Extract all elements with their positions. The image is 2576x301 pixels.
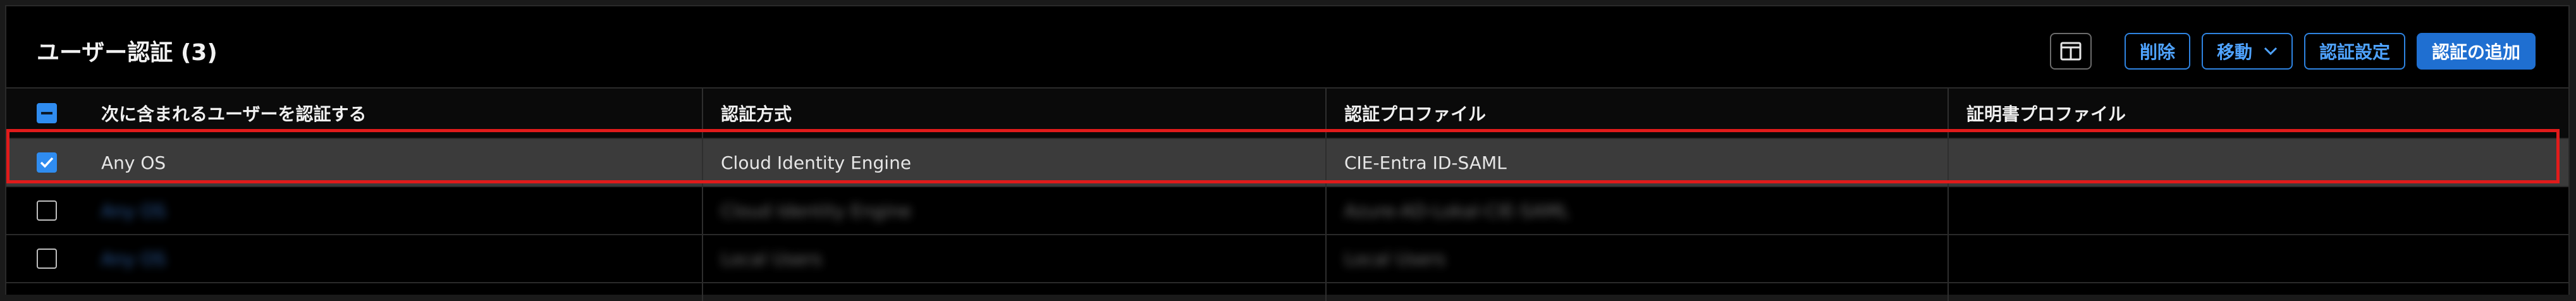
cell-profile-text: Azure-AD-Lokal-CIE-SAML bbox=[1344, 200, 1569, 221]
cell-users-link[interactable]: Any OS bbox=[101, 249, 166, 269]
panel-title: ユーザー認証 (3) bbox=[37, 40, 218, 66]
cell-method: Cloud Identity Engine bbox=[721, 152, 912, 173]
move-button[interactable]: 移動 bbox=[2201, 33, 2293, 70]
row-select-cell bbox=[6, 235, 87, 282]
column-divider bbox=[702, 139, 703, 186]
cell-cert-profile bbox=[1949, 139, 2571, 186]
minus-icon bbox=[41, 112, 52, 114]
column-divider bbox=[1947, 187, 1949, 234]
column-divider bbox=[1325, 235, 1327, 282]
cell-method-text: Cloud Identity Engine bbox=[721, 200, 912, 221]
table-row[interactable]: Any OS Cloud Identity Engine CIE-Entra I… bbox=[6, 138, 2568, 186]
columns-toggle-button[interactable] bbox=[2049, 33, 2092, 70]
auth-table: 次に含まれるユーザーを認証する 認証方式 認証プロファイル 証明書プロファイル … bbox=[6, 87, 2568, 301]
column-header-users[interactable]: 次に含まれるユーザーを認証する bbox=[87, 89, 703, 138]
column-divider bbox=[1325, 139, 1327, 186]
cell-profile-text: Local Users bbox=[1344, 248, 1445, 269]
cell-users: Any OS bbox=[101, 152, 166, 173]
column-divider bbox=[702, 187, 703, 234]
column-divider bbox=[1947, 283, 1949, 301]
row-checkbox[interactable] bbox=[37, 249, 57, 269]
cell-profile: CIE-Entra ID-SAML bbox=[1344, 152, 1507, 173]
cell-users: Any OS bbox=[87, 235, 703, 282]
cell-profile: Azure-AD-Lokal-CIE-SAML bbox=[1327, 187, 1949, 234]
column-divider bbox=[1325, 187, 1327, 234]
columns-icon bbox=[2060, 42, 2082, 61]
select-all-cell bbox=[6, 89, 87, 138]
cell-method: Local Users bbox=[703, 235, 1327, 282]
column-divider[interactable] bbox=[702, 89, 703, 138]
column-divider bbox=[1325, 283, 1327, 301]
chevron-down-icon bbox=[2264, 47, 2278, 56]
row-select-cell bbox=[6, 187, 87, 234]
table-row-partial bbox=[6, 282, 2568, 301]
cell-profile: Local Users bbox=[1327, 235, 1949, 282]
row-checkbox[interactable] bbox=[37, 152, 57, 173]
user-auth-panel: ユーザー認証 (3) 削除 移動 認証設定 認証の追加 次に含まれるユーザーを認… bbox=[5, 5, 2570, 301]
add-auth-button[interactable]: 認証の追加 bbox=[2416, 33, 2536, 70]
select-all-checkbox[interactable] bbox=[37, 103, 57, 123]
table-row[interactable]: Any OS Local Users Local Users bbox=[6, 234, 2568, 282]
column-divider bbox=[702, 283, 703, 301]
cell-cert-profile bbox=[1949, 235, 2571, 282]
cell-cert-profile bbox=[1949, 187, 2571, 234]
column-header-profile[interactable]: 認証プロファイル bbox=[1327, 89, 1949, 138]
column-divider[interactable] bbox=[1325, 89, 1327, 138]
table-header-row: 次に含まれるユーザーを認証する 認証方式 認証プロファイル 証明書プロファイル bbox=[6, 87, 2568, 138]
column-divider[interactable] bbox=[1947, 89, 1949, 138]
check-icon bbox=[40, 157, 54, 168]
column-header-cert-profile[interactable]: 証明書プロファイル bbox=[1949, 89, 2571, 138]
cell-method: Cloud Identity Engine bbox=[703, 187, 1327, 234]
auth-settings-button[interactable]: 認証設定 bbox=[2303, 33, 2405, 70]
panel-header: ユーザー認証 (3) 削除 移動 認証設定 認証の追加 bbox=[6, 6, 2568, 87]
column-header-method[interactable]: 認証方式 bbox=[703, 89, 1327, 138]
cell-users-link[interactable]: Any OS bbox=[101, 200, 166, 221]
cell-users: Any OS bbox=[87, 187, 703, 234]
cell-method-text: Local Users bbox=[721, 248, 822, 269]
delete-button[interactable]: 削除 bbox=[2124, 33, 2190, 70]
row-checkbox[interactable] bbox=[37, 200, 57, 221]
toolbar: 削除 移動 認証設定 認証の追加 bbox=[2049, 32, 2536, 71]
row-select-cell bbox=[6, 139, 87, 186]
table-row[interactable]: Any OS Cloud Identity Engine Azure-AD-Lo… bbox=[6, 186, 2568, 234]
move-button-label: 移動 bbox=[2216, 42, 2252, 63]
column-divider bbox=[1947, 235, 1949, 282]
column-divider bbox=[702, 235, 703, 282]
column-divider bbox=[1947, 139, 1949, 186]
